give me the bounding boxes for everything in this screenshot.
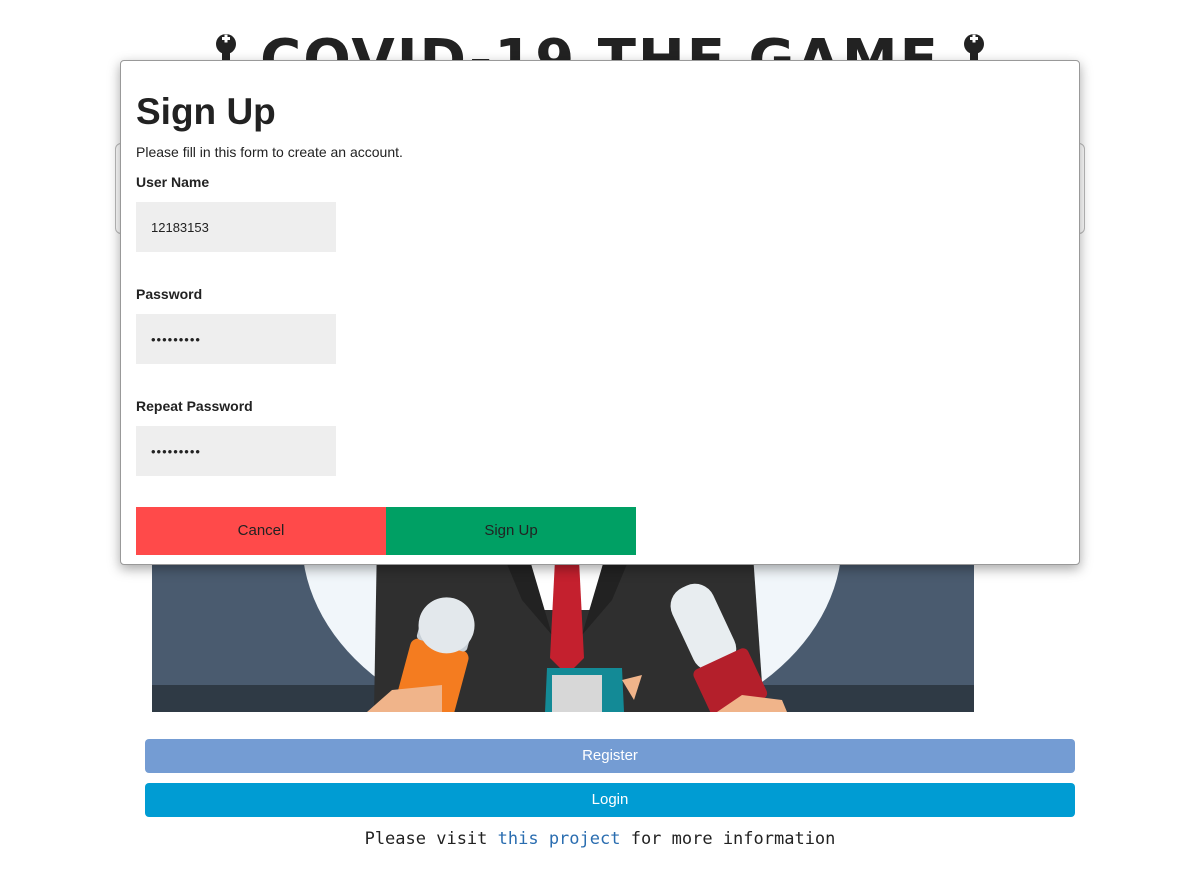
modal-title: Sign Up xyxy=(136,91,276,132)
info-suffix: for more information xyxy=(620,829,836,849)
password-label: Password xyxy=(136,286,203,302)
signup-modal: Sign Up Please fill in this form to crea… xyxy=(120,60,1080,565)
username-label: User Name xyxy=(136,174,210,190)
register-button[interactable]: Register xyxy=(145,739,1075,773)
cancel-button[interactable]: Cancel xyxy=(136,507,386,555)
press-conference-illustration xyxy=(152,540,974,712)
signup-button[interactable]: Sign Up xyxy=(386,507,636,555)
repeat-password-label: Repeat Password xyxy=(136,398,253,414)
info-text: Please visit this project for more infor… xyxy=(0,829,1200,849)
password-field[interactable] xyxy=(136,314,336,364)
modal-subtitle: Please fill in this form to create an ac… xyxy=(136,144,403,160)
login-button[interactable]: Login xyxy=(145,783,1075,817)
repeat-password-field[interactable] xyxy=(136,426,336,476)
project-link[interactable]: this project xyxy=(498,829,621,849)
username-field[interactable] xyxy=(136,202,336,252)
info-prefix: Please visit xyxy=(364,829,498,849)
